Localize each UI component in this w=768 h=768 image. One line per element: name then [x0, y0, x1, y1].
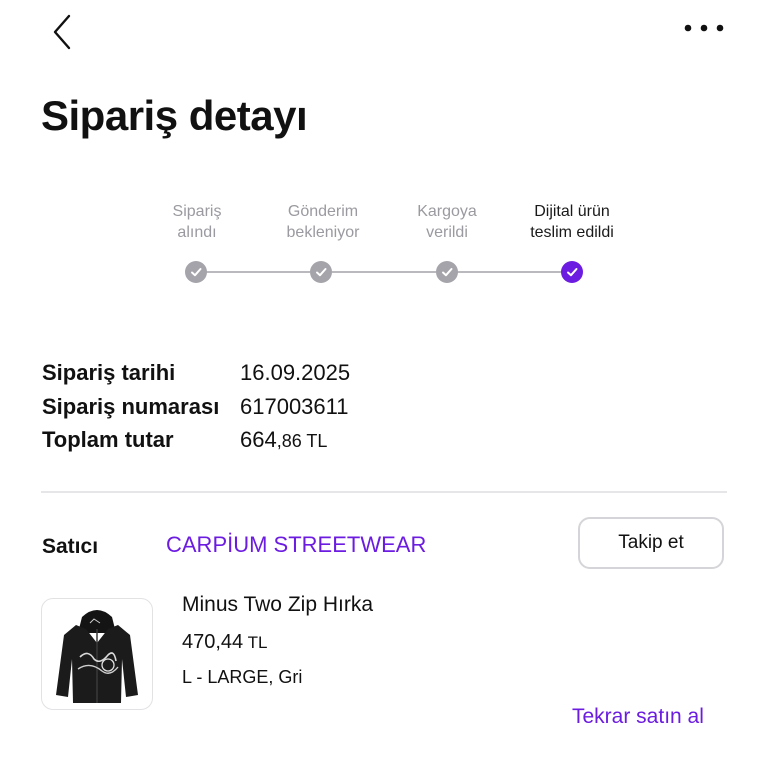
black-zip-hoodie-image	[56, 610, 138, 703]
order-number-label: Sipariş numarası	[42, 394, 220, 419]
product-image[interactable]	[41, 598, 153, 710]
chevron-left-icon	[53, 14, 71, 50]
product-price-main: 470,44	[182, 631, 244, 653]
step-label-line: teslim edildi	[530, 224, 614, 241]
order-date-label: Sipariş tarihi	[42, 360, 176, 385]
divider	[41, 491, 727, 493]
more-options-button[interactable]	[676, 8, 736, 48]
product-name[interactable]: Minus Two Zip Hırka	[182, 593, 373, 617]
step-dot-completed	[185, 261, 207, 283]
more-horizontal-icon	[684, 24, 724, 32]
step-connector	[332, 271, 436, 273]
step-connector	[457, 271, 561, 273]
follow-button[interactable]: Takip et	[578, 517, 724, 569]
seller-name-link[interactable]: CARPİUM STREETWEAR	[166, 532, 426, 558]
product-price: 470,44 TL	[182, 631, 267, 654]
page-title: Sipariş detayı	[41, 92, 308, 139]
buy-again-link[interactable]: Tekrar satın al	[572, 705, 704, 729]
order-total-rest: ,86 TL	[276, 431, 328, 451]
product-price-currency: TL	[243, 633, 268, 652]
check-icon	[316, 268, 327, 277]
order-total-label: Toplam tutar	[42, 427, 174, 452]
check-icon	[191, 268, 202, 277]
order-date-value: 16.09.2025	[240, 360, 351, 385]
step-dot-completed	[310, 261, 332, 283]
order-total-value: 664,86 TL	[240, 427, 327, 453]
step-label-line: Dijital ürün	[534, 203, 610, 220]
seller-label: Satıcı	[42, 535, 99, 558]
product-variant: L - LARGE, Gri	[182, 667, 303, 687]
step-dot-current	[561, 261, 583, 283]
order-number-value: 617003611	[240, 394, 349, 419]
step-dot-completed	[436, 261, 458, 283]
check-icon	[567, 268, 578, 277]
step-connector	[206, 271, 310, 273]
back-button[interactable]	[40, 10, 84, 54]
check-icon	[442, 268, 453, 277]
order-total-main: 664	[240, 427, 277, 452]
step-label-digital-delivered: Dijital ürün teslim edildi	[497, 201, 647, 243]
